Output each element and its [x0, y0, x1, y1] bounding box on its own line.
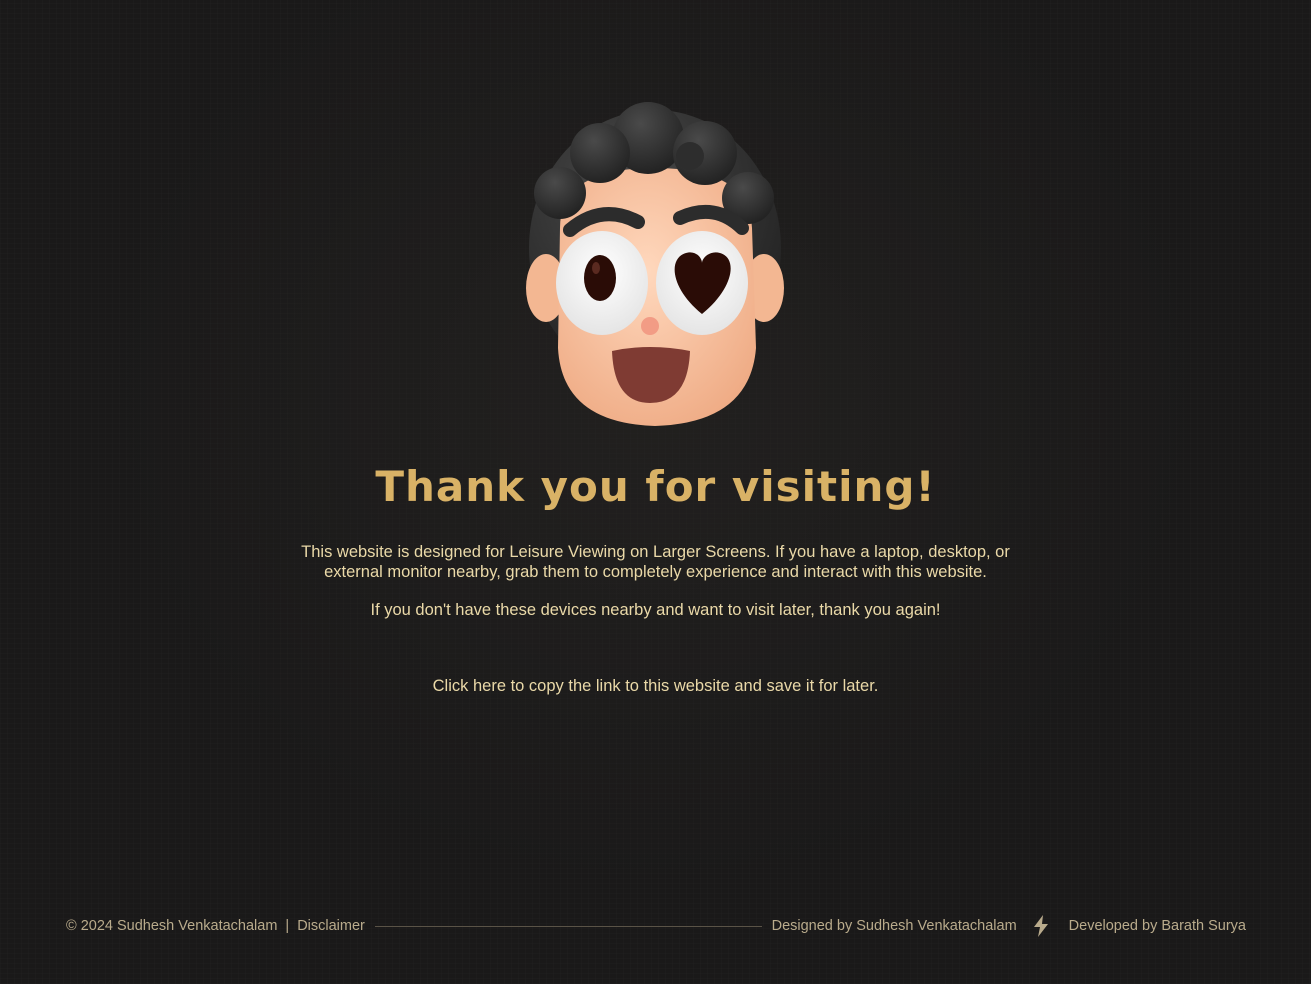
designed-by-link[interactable]: Designed by Sudhesh Venkatachalam [772, 918, 1017, 934]
footer-divider-line [374, 925, 762, 927]
page-title: Thank you for visiting! [375, 462, 936, 511]
avatar-illustration [526, 102, 784, 426]
copyright-text: © 2024 Sudhesh Venkatachalam [66, 918, 278, 934]
lightning-bolt-icon [1033, 915, 1048, 937]
developed-by-link[interactable]: Developed by Barath Surya [1069, 918, 1246, 934]
footer-separator: | [285, 918, 290, 934]
description-text: This website is designed for Leisure Vie… [301, 543, 1010, 581]
disclaimer-link[interactable]: Disclaimer [297, 918, 365, 934]
description-text-secondary: If you don't have these devices nearby a… [370, 601, 941, 619]
copy-link-button[interactable]: Click here to copy the link to this webs… [280, 676, 1031, 696]
footer: © 2024 Sudhesh Venkatachalam | Disclaime… [66, 914, 1246, 938]
